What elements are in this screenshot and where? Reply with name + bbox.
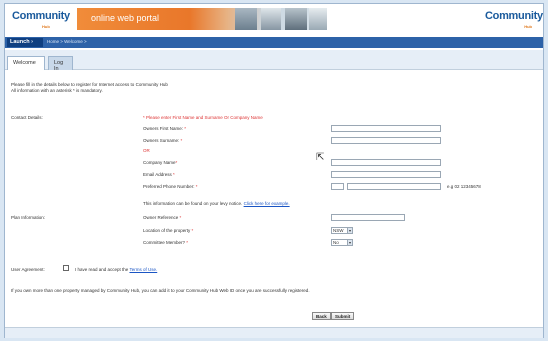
committee-member-select[interactable]: No ▾	[331, 239, 353, 246]
agreement-text: I have read and accept the Terms of Use.	[75, 267, 157, 272]
footer-bar	[5, 327, 543, 338]
email-label-text: Email Address	[143, 172, 172, 177]
logo-right-sub: Hub	[524, 24, 532, 29]
first-name-label-text: Owners First Name:	[143, 126, 184, 131]
terms-of-use-link[interactable]: Terms of Use.	[129, 267, 157, 272]
user-agreement-label: User Agreement:	[11, 267, 45, 272]
mouse-cursor-icon: ⇱	[316, 152, 325, 163]
surname-label: Owners Surname: *	[143, 138, 183, 143]
committee-member-select-value: No	[333, 240, 339, 245]
levy-info-text: This information can be found on your le…	[143, 201, 243, 206]
chevron-down-icon: ▾	[347, 228, 352, 233]
levy-info: This information can be found on your le…	[143, 201, 290, 206]
phone-label-text: Preferred Phone Number:	[143, 184, 195, 189]
header: Community Hub online web portal Communit…	[5, 4, 543, 34]
or-label: OR	[143, 148, 150, 153]
name-instruction-text: Please enter First Name and Surname Or C…	[146, 115, 263, 120]
chevron-down-icon: ▾	[347, 240, 352, 245]
tab-bar: Welcome Log In	[5, 50, 543, 72]
logo-left-sub: Hub	[42, 24, 50, 29]
banner-photo	[235, 8, 257, 30]
committee-member-label: Committee Member? *	[143, 240, 189, 245]
phone-area-code-input[interactable]	[331, 183, 344, 190]
logo-left-text: Community	[12, 10, 70, 22]
surname-label-text: Owners Surname:	[143, 138, 180, 143]
user-agreement-label-text: User Agreement:	[11, 267, 45, 272]
contact-details-label: Contact Details:	[11, 115, 43, 120]
app-window: Community Hub online web portal Communit…	[4, 3, 544, 338]
first-name-label: Owners First Name: *	[143, 126, 187, 131]
nav-bar: Launch › Home > Welcome >	[5, 37, 543, 48]
launch-label: Launch	[10, 39, 30, 45]
location-label-text: Location of the property	[143, 228, 191, 233]
company-name-label-text: Company Name	[143, 160, 176, 165]
tab-welcome[interactable]: Welcome	[7, 56, 45, 70]
logo-right-text: Community	[485, 10, 543, 22]
terms-checkbox[interactable]	[63, 265, 69, 271]
tab-log-in[interactable]: Log In	[48, 56, 73, 72]
phone-number-input[interactable]	[347, 183, 441, 190]
email-input[interactable]	[331, 171, 441, 178]
banner-photo	[285, 8, 307, 30]
owner-reference-input[interactable]	[331, 214, 405, 221]
banner-title: online web portal	[91, 13, 160, 23]
location-label: Location of the property *	[143, 228, 194, 233]
company-name-input[interactable]	[331, 159, 441, 166]
owner-reference-label: Owner Reference *	[143, 215, 182, 220]
phone-hint: e.g 02 12345678	[447, 184, 481, 189]
intro-text: Please fill in the details below to regi…	[11, 82, 411, 94]
breadcrumb[interactable]: Home > Welcome >	[47, 39, 87, 44]
surname-input[interactable]	[331, 137, 441, 144]
name-instruction: * Please enter First Name and Surname Or…	[143, 115, 263, 120]
agreement-text-body: I have read and accept the	[75, 267, 129, 272]
email-label: Email Address *	[143, 172, 175, 177]
chevron-right-icon: ›	[31, 39, 33, 45]
phone-label: Preferred Phone Number: *	[143, 184, 198, 189]
levy-example-link[interactable]: Click here for example.	[244, 201, 290, 206]
submit-button[interactable]: Submit	[331, 312, 355, 320]
committee-member-label-text: Committee Member?	[143, 240, 186, 245]
back-button[interactable]: Back	[312, 312, 331, 320]
multi-property-note: If you own more than one property manage…	[11, 288, 310, 293]
portal-banner: online web portal	[77, 8, 327, 30]
company-name-label: Company Name*	[143, 160, 178, 165]
location-select-value: NSW	[333, 228, 344, 233]
banner-photo	[309, 8, 327, 30]
first-name-input[interactable]	[331, 125, 441, 132]
launch-button[interactable]: Launch ›	[7, 38, 43, 47]
owner-reference-label-text: Owner Reference	[143, 215, 179, 220]
intro-line: All information with an asterisk * is ma…	[11, 88, 103, 93]
location-select[interactable]: NSW ▾	[331, 227, 353, 234]
plan-information-label: Plan Information:	[11, 215, 46, 220]
community-hub-logo-left[interactable]: Community Hub	[12, 10, 70, 32]
banner-photo	[261, 8, 281, 30]
community-hub-logo-right: Community Hub	[485, 10, 543, 32]
